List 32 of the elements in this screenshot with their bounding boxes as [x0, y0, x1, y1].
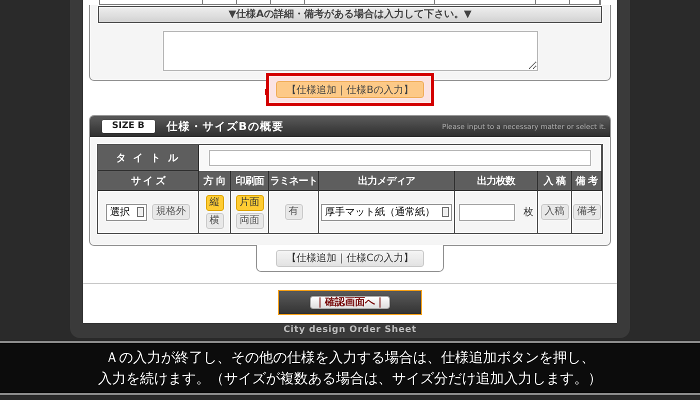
print-side-toggle[interactable]: 片面 [236, 195, 264, 211]
caption-text: 入力を続けます。（サイズが複数ある場合は、サイズ分だけ追加入力します。） [98, 370, 602, 388]
section-title: 仕様・サイズBの概要 [166, 119, 284, 134]
add-spec-button[interactable]: 【仕様追加｜仕様Bの入力】 [276, 81, 424, 98]
orientation-toggle[interactable]: 縦 [206, 195, 224, 211]
column-header: サ イ ズ [98, 171, 199, 191]
column-header: 方 向 [199, 171, 231, 191]
column-header: 印刷面 [231, 171, 269, 191]
title-field[interactable] [209, 150, 591, 166]
footer-text: City design Order Sheet [282, 325, 418, 335]
manuscript-button[interactable]: 入稿 [540, 204, 568, 220]
lamination-toggle[interactable]: 有 [284, 204, 302, 220]
media-select[interactable]: 厚手マット紙（通常紙） [321, 204, 452, 220]
column-header: ラミネート [269, 171, 319, 191]
unit-label: 枚 [524, 206, 534, 219]
size-badge: SIZE B [102, 120, 154, 133]
column-header: 出力枚数 [455, 171, 538, 191]
confirm-button[interactable]: ｜確認画面へ｜ [310, 296, 390, 309]
details-textarea[interactable] [162, 31, 538, 71]
column-header: 出力メディア [319, 171, 455, 191]
print-side-toggle[interactable]: 両面 [236, 213, 264, 229]
size-select[interactable]: 選択 [106, 204, 147, 220]
orientation-toggle[interactable]: 横 [206, 213, 224, 229]
caption-text: Ａの入力が終了し、その他の仕様を入力する場合は、仕様追加ボタンを押し、 [105, 348, 595, 368]
quantity-field[interactable] [458, 204, 514, 220]
custom-size-button[interactable]: 規格外 [152, 204, 190, 220]
notice-bar: ▼仕様Aの詳細・備考がある場合は入力して下さい。▼ [98, 6, 602, 23]
add-spec-button[interactable]: 【仕様追加｜仕様Cの入力】 [276, 250, 424, 266]
table-header: タ イ ト ル [98, 145, 199, 171]
column-header: 備 考 [572, 171, 602, 191]
column-header: 入 稿 [538, 171, 572, 191]
remarks-button[interactable]: 備考 [573, 204, 601, 220]
